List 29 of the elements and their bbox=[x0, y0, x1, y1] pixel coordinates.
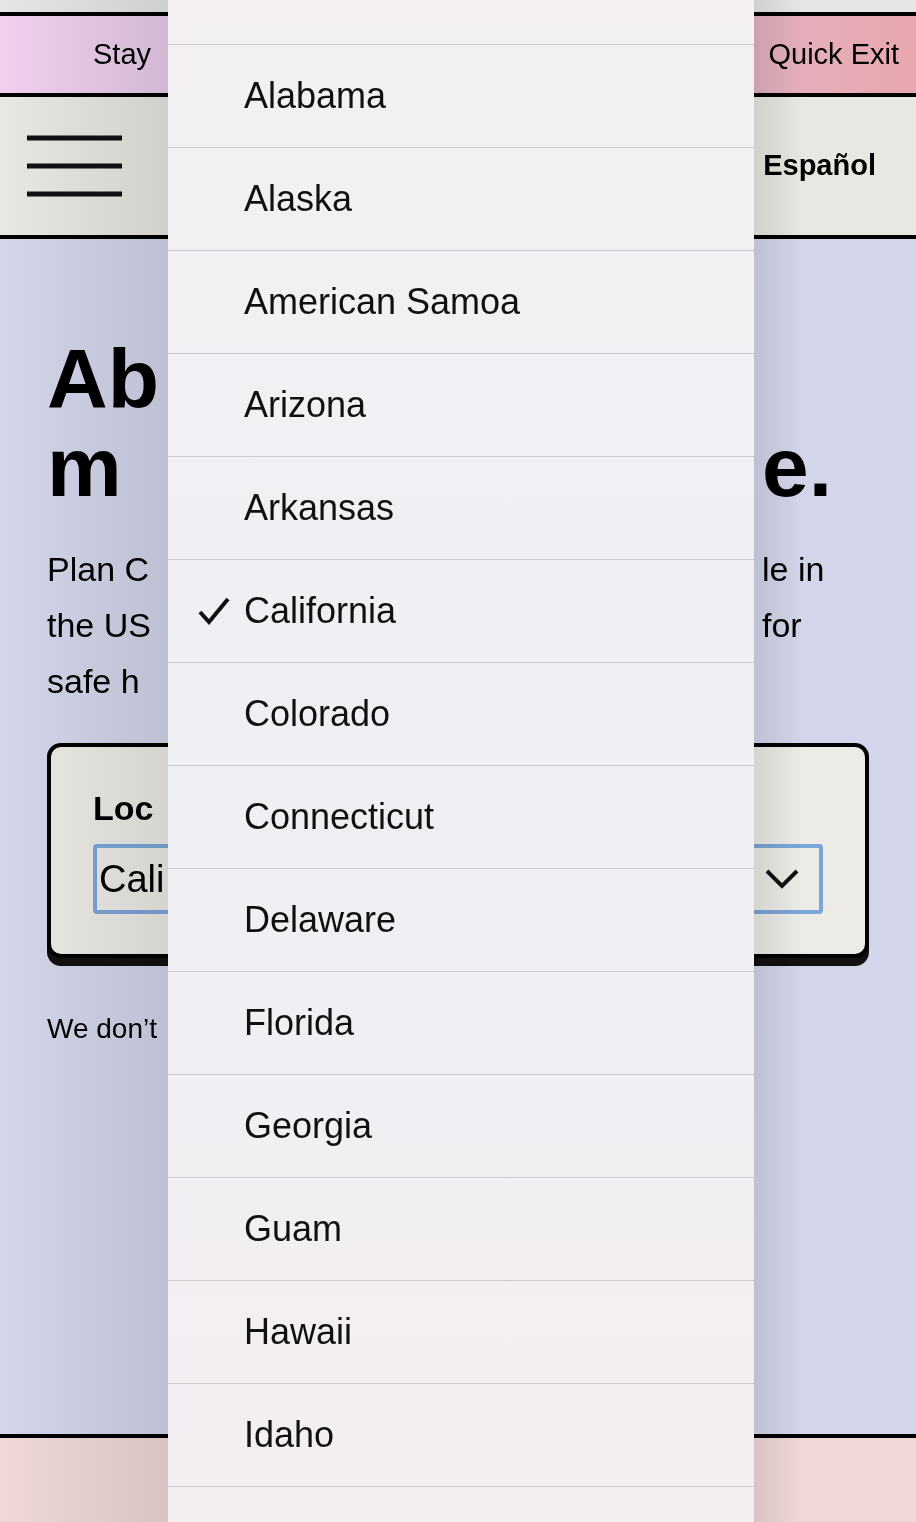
menu-option[interactable]: Idaho bbox=[168, 1384, 754, 1487]
language-link[interactable]: Español bbox=[763, 144, 876, 188]
heading-text: Ab bbox=[47, 335, 159, 423]
quick-exit-button[interactable]: Quick Exit bbox=[768, 32, 899, 77]
menu-option[interactable]: Alabama bbox=[168, 45, 754, 148]
intro-text: le in bbox=[762, 549, 825, 590]
menu-icon[interactable] bbox=[27, 135, 122, 197]
intro-text: Plan C bbox=[47, 549, 150, 590]
location-label: Loc bbox=[93, 788, 154, 829]
chevron-down-icon bbox=[765, 869, 799, 889]
menu-option[interactable]: California bbox=[168, 560, 754, 663]
menu-option[interactable]: Alaska bbox=[168, 148, 754, 251]
banner-text: Stay bbox=[93, 36, 152, 72]
heading-text: e. bbox=[762, 423, 833, 511]
menu-option[interactable]: Hawaii bbox=[168, 1281, 754, 1384]
menu-option[interactable]: Arkansas bbox=[168, 457, 754, 560]
intro-text: for bbox=[762, 605, 802, 646]
menu-option[interactable]: Georgia bbox=[168, 1075, 754, 1178]
heading-text: m bbox=[47, 423, 122, 511]
menu-option[interactable]: Florida bbox=[168, 972, 754, 1075]
intro-text: the US bbox=[47, 605, 151, 646]
intro-text: safe h bbox=[47, 661, 140, 702]
menu-option[interactable]: Colorado bbox=[168, 663, 754, 766]
menu-option[interactable]: Delaware bbox=[168, 869, 754, 972]
privacy-note: We don’t bbox=[47, 1012, 157, 1046]
menu-option[interactable]: American Samoa bbox=[168, 251, 754, 354]
menu-option[interactable]: Connecticut bbox=[168, 766, 754, 869]
menu-option[interactable]: Guam bbox=[168, 1178, 754, 1281]
menu-option[interactable]: Arizona bbox=[168, 354, 754, 457]
